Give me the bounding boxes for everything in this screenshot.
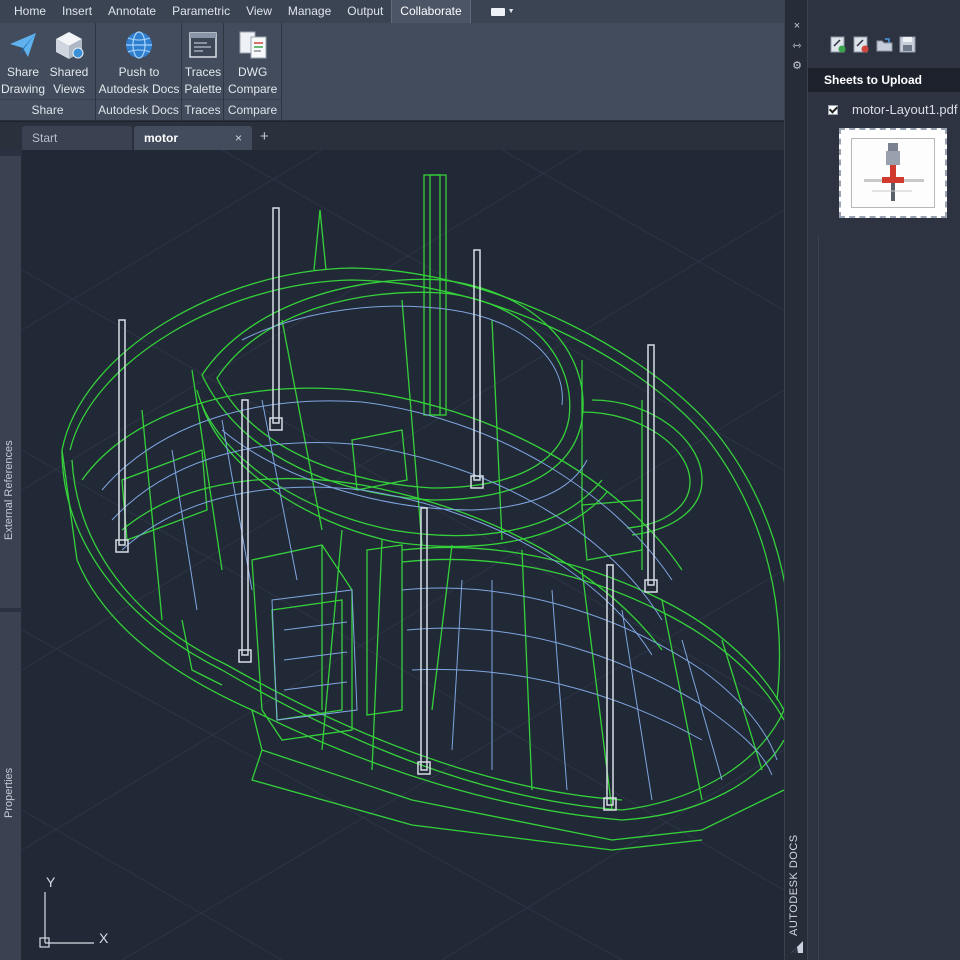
shared-views-button[interactable]: Shared Views	[46, 23, 92, 99]
panel-compare: DWG Compare Compare	[224, 23, 282, 121]
support-rods	[115, 207, 658, 811]
panel-autodesk-docs: Push to Autodesk Docs Autodesk Docs	[96, 23, 182, 121]
paper-plane-icon	[10, 33, 36, 57]
document-tab-bar: Start motor × +	[0, 122, 784, 150]
sheet-list-item[interactable]: motor-Layout1.pdf	[808, 92, 960, 117]
auto-hide-icon[interactable]: ⇿	[785, 36, 809, 56]
compare-icon	[239, 31, 267, 59]
panel-title-share: Share	[0, 99, 95, 121]
thumbnail-drawing	[864, 143, 924, 201]
tab-view[interactable]: View	[238, 0, 280, 23]
save-icon[interactable]	[899, 36, 916, 53]
autodesk-docs-panel: Sheets to Upload motor-Layout1.pdf	[808, 0, 960, 960]
menu-bar: Home Insert Annotate Parametric View Man…	[0, 0, 784, 23]
autodesk-logo-icon	[791, 941, 803, 953]
properties-label: Properties	[3, 767, 15, 818]
panel-title-traces: Traces	[182, 99, 223, 121]
tab-motor[interactable]: motor ×	[134, 126, 252, 150]
chevron-down-icon: ▼	[507, 8, 515, 15]
traces-icon	[189, 32, 217, 58]
upload-folder-icon[interactable]	[876, 36, 893, 53]
close-palette-button[interactable]: ×	[785, 16, 809, 36]
external-references-palette[interactable]: External References	[0, 156, 22, 608]
add-sheet-icon[interactable]	[830, 36, 847, 53]
left-palette-bar: External References Properties	[0, 150, 22, 960]
ucs-icon	[39, 892, 94, 948]
tab-output[interactable]: Output	[339, 0, 391, 23]
new-tab-button[interactable]: +	[260, 126, 269, 150]
push-to-docs-button[interactable]: Push to Autodesk Docs	[96, 23, 182, 99]
ribbon-display-toggle[interactable]: ▼	[490, 7, 515, 16]
ucs-x-label: X	[99, 930, 109, 946]
share-drawing-button[interactable]: Share Drawing	[0, 23, 46, 99]
autodesk-docs-label: AUTODESK DOCS	[788, 834, 800, 936]
outer-shell	[61, 174, 784, 851]
panel-title-compare: Compare	[224, 99, 281, 121]
dwg-compare-button[interactable]: DWG Compare	[224, 23, 281, 99]
remove-sheet-icon[interactable]	[853, 36, 870, 53]
panel-share: Share Drawing Shared Views Share	[0, 23, 96, 121]
properties-palette[interactable]: Properties	[0, 612, 22, 960]
ribbon: Share Drawing Shared Views Share Push to…	[0, 23, 784, 121]
panel-toggle-icon	[490, 7, 505, 16]
palette-properties-icon[interactable]: ⚙	[785, 56, 809, 76]
tab-parametric[interactable]: Parametric	[164, 0, 238, 23]
panel-title-autodesk-docs: Autodesk Docs	[96, 99, 181, 121]
tab-annotate[interactable]: Annotate	[100, 0, 164, 23]
panel-traces: Traces Palette Traces	[182, 23, 224, 121]
wireframe-model: Y X	[22, 150, 784, 960]
sheets-to-upload-header: Sheets to Upload	[808, 68, 960, 92]
sheet-thumbnail[interactable]	[839, 128, 947, 218]
cube-icon	[56, 32, 84, 59]
sheet-checkbox[interactable]	[828, 104, 838, 115]
external-references-label: External References	[3, 440, 15, 540]
sheet-file-name: motor-Layout1.pdf	[852, 102, 958, 117]
tab-manage[interactable]: Manage	[280, 0, 339, 23]
docs-toolbar	[808, 0, 960, 68]
tab-home[interactable]: Home	[6, 0, 54, 23]
tab-start[interactable]: Start	[22, 126, 132, 150]
globe-icon	[126, 31, 152, 59]
tab-insert[interactable]: Insert	[54, 0, 100, 23]
close-icon[interactable]: ×	[235, 126, 242, 150]
tab-collaborate[interactable]: Collaborate	[391, 0, 471, 23]
tab-motor-label: motor	[144, 131, 178, 145]
ucs-y-label: Y	[46, 874, 56, 890]
panel-divider	[818, 235, 819, 960]
traces-palette-button[interactable]: Traces Palette	[182, 23, 224, 99]
model-viewport[interactable]: Y X	[22, 150, 784, 960]
thumbnail-page	[851, 138, 935, 208]
palette-side-strip: × ⇿ ⚙ AUTODESK DOCS	[784, 0, 808, 960]
